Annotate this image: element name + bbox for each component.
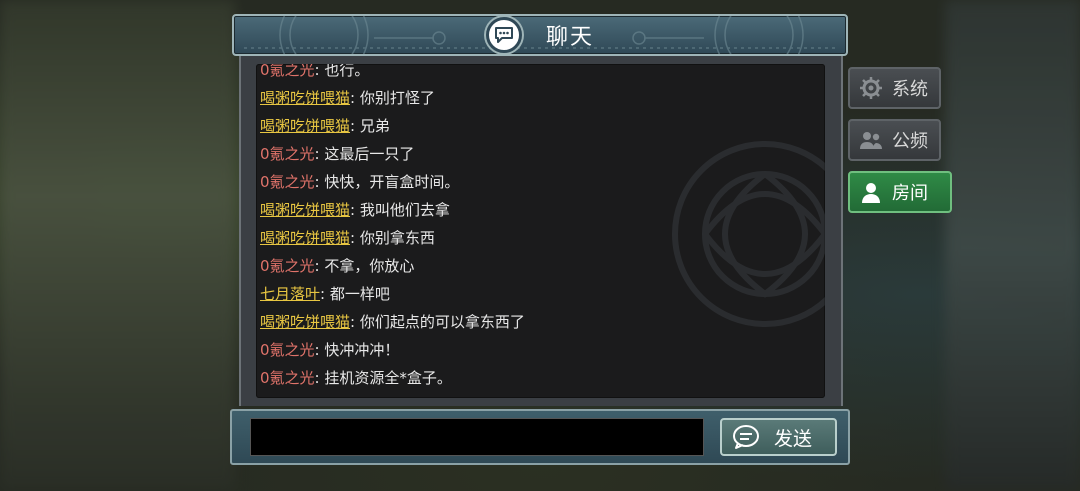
message-separator: : xyxy=(314,341,320,359)
list-item: 0氪之光: 挂机资源全*盒子。 xyxy=(260,365,452,391)
message-sender[interactable]: 0氪之光 xyxy=(260,369,315,387)
tab-system[interactable]: 系统 xyxy=(848,67,941,109)
message-text: 快快，开盲盒时间。 xyxy=(324,173,460,191)
system-icon xyxy=(858,75,884,101)
tab-public[interactable]: 公频 xyxy=(848,119,941,161)
list-item: 0氪之光: 快快，开盲盒时间。 xyxy=(260,169,459,195)
message-text: 都一样吧 xyxy=(329,285,390,303)
message-text: 这最后一只了 xyxy=(324,145,415,163)
message-text: 不拿，你放心 xyxy=(324,257,415,275)
list-item: 喝粥吃饼喂猫: 你别拿东西 xyxy=(260,225,435,251)
message-text: 你别拿东西 xyxy=(359,229,435,247)
tab-label: 公频 xyxy=(892,131,928,152)
chat-bubble-icon xyxy=(733,425,759,449)
message-sender[interactable]: 0氪之光 xyxy=(260,341,315,359)
chat-header: 聊天 xyxy=(232,14,848,56)
message-separator: : xyxy=(314,173,320,191)
message-sender[interactable]: 喝粥吃饼喂猫 xyxy=(260,313,350,331)
message-list[interactable]: 0氪之光: 也行。 喝粥吃饼喂猫: 你别打怪了 喝粥吃饼喂猫: 兄弟 0氪之光:… xyxy=(256,64,825,398)
chat-bubble-icon xyxy=(485,17,522,53)
message-text: 也行。 xyxy=(324,64,370,79)
message-separator: : xyxy=(314,369,320,387)
chat-input[interactable] xyxy=(250,418,704,456)
message-text: 你别打怪了 xyxy=(359,89,435,107)
list-item: 喝粥吃饼喂猫: 我叫他们去拿 xyxy=(260,197,450,223)
knot-watermark-icon xyxy=(672,141,825,327)
list-item: 喝粥吃饼喂猫: 你们起点的可以拿东西了 xyxy=(260,309,525,335)
message-sender[interactable]: 七月落叶 xyxy=(260,285,320,303)
message-sender[interactable]: 0氪之光 xyxy=(260,64,315,79)
list-item: 0氪之光: 这最后一只了 xyxy=(260,141,414,167)
message-sender[interactable]: 喝粥吃饼喂猫 xyxy=(260,229,350,247)
background-left xyxy=(0,0,235,491)
message-separator: : xyxy=(314,145,320,163)
message-separator: : xyxy=(314,257,320,275)
message-text: 快冲冲冲！ xyxy=(324,341,400,359)
list-item: 0氪之光: 也行。 xyxy=(260,64,369,83)
message-sender[interactable]: 喝粥吃饼喂猫 xyxy=(260,89,350,107)
page-title: 聊天 xyxy=(545,25,594,50)
public-channel-icon xyxy=(858,127,884,153)
person-icon xyxy=(858,179,884,205)
message-text: 兄弟 xyxy=(359,117,390,135)
background-right xyxy=(945,0,1080,491)
list-item: 喝粥吃饼喂猫: 你别打怪了 xyxy=(260,85,435,111)
send-button[interactable]: 发送 xyxy=(720,418,837,456)
message-sender[interactable]: 喝粥吃饼喂猫 xyxy=(260,201,350,219)
message-text: 挂机资源全*盒子。 xyxy=(324,369,452,387)
message-separator: : xyxy=(314,64,320,79)
tab-label: 房间 xyxy=(892,183,928,204)
message-sender[interactable]: 0氪之光 xyxy=(260,257,315,275)
list-item: 0氪之光: 不拿，你放心 xyxy=(260,253,414,279)
send-button-label: 发送 xyxy=(774,427,813,450)
list-item: 七月落叶: 都一样吧 xyxy=(260,281,390,307)
message-text: 我叫他们去拿 xyxy=(359,201,450,219)
list-item: 0氪之光: 快冲冲冲！ xyxy=(260,337,399,363)
tab-label: 系统 xyxy=(892,79,928,100)
list-item: 喝粥吃饼喂猫: 兄弟 xyxy=(260,113,390,139)
tab-room[interactable]: 房间 xyxy=(848,171,952,213)
message-text: 你们起点的可以拿东西了 xyxy=(359,313,525,331)
message-sender[interactable]: 0氪之光 xyxy=(260,173,315,191)
message-sender[interactable]: 喝粥吃饼喂猫 xyxy=(260,117,350,135)
message-sender[interactable]: 0氪之光 xyxy=(260,145,315,163)
